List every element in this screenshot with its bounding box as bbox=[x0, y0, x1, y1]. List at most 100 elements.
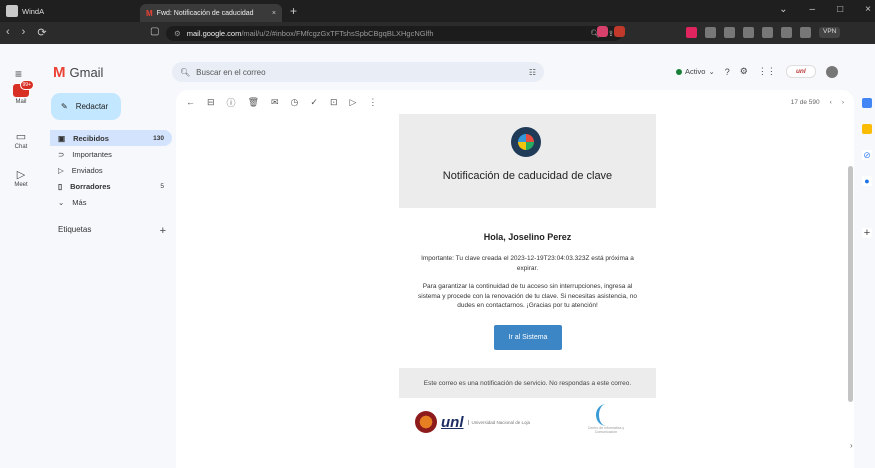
nav-label: Más bbox=[72, 197, 87, 207]
nav-label: Importantes bbox=[72, 149, 112, 159]
window-controls: ⌄ – □ × bbox=[779, 4, 871, 15]
nav-item-mas[interactable]: ⌄ Más bbox=[50, 194, 172, 210]
search-bar[interactable]: 🔍︎ Buscar en el correo ☷ bbox=[172, 62, 544, 82]
vpn-button[interactable]: VPN bbox=[819, 27, 841, 38]
go-to-system-button[interactable]: Ir al Sistema bbox=[494, 325, 562, 350]
settings-icon[interactable]: ⚙ bbox=[740, 66, 748, 77]
status-selector[interactable]: Activo ⌄ bbox=[676, 67, 715, 76]
snooze-icon[interactable]: ◷ bbox=[291, 97, 299, 108]
scroll-down-icon[interactable]: › bbox=[850, 441, 853, 450]
apps-icon[interactable]: ⋮⋮ bbox=[758, 66, 776, 77]
add-task-icon[interactable]: ✓ bbox=[310, 97, 318, 108]
prev-page-icon[interactable]: ‹ bbox=[830, 99, 832, 106]
maximize-button[interactable]: □ bbox=[837, 4, 843, 15]
bookmark-icon[interactable]: ▢ bbox=[150, 26, 159, 37]
delete-icon[interactable]: 🗑︎ bbox=[248, 97, 259, 108]
new-tab-button[interactable]: + bbox=[290, 4, 297, 18]
url-path: /mail/u/2/#inbox/FMfcgzGxTFTshsSpbCBgqBL… bbox=[241, 29, 434, 38]
mail-icon: 99+ bbox=[13, 80, 34, 97]
chevron-down-icon: ⌄ bbox=[58, 197, 65, 207]
url-domain: mail.google.com bbox=[186, 29, 242, 38]
compose-button[interactable]: ✎ Redactar bbox=[51, 93, 121, 120]
sent-icon: ▷ bbox=[58, 165, 64, 175]
extension-window-icon[interactable] bbox=[800, 27, 811, 38]
add-addon-icon[interactable]: + bbox=[862, 228, 872, 239]
back-arrow-icon[interactable]: ← bbox=[186, 97, 195, 107]
minimize-button[interactable]: – bbox=[810, 4, 816, 15]
status-label: Activo bbox=[685, 67, 706, 76]
nav-item-importantes[interactable]: ⊃ Importantes bbox=[50, 146, 172, 162]
next-page-icon[interactable]: › bbox=[842, 99, 844, 106]
menu-icon[interactable]: ≡ bbox=[15, 67, 22, 81]
extension-circle-icon[interactable] bbox=[705, 27, 716, 38]
help-icon[interactable]: ? bbox=[725, 67, 730, 77]
cic-logo-subtitle: Centro de Informática y Comunicación bbox=[587, 426, 625, 434]
gmail-tab-icon: M bbox=[146, 8, 153, 18]
url-field[interactable]: ⚙ mail.google.com /mail/u/2/#inbox/FMfcg… bbox=[166, 26, 622, 41]
app-icon bbox=[6, 5, 18, 17]
extension-m-icon[interactable] bbox=[686, 27, 697, 38]
message-toolbar: ← ⊟ ⓘ 🗑︎ ✉ ◷ ✓ ⊡ ▷ ⋮ 17 de 590 ‹ › bbox=[176, 90, 854, 114]
search-input[interactable]: Buscar en el correo bbox=[196, 68, 265, 77]
back-icon[interactable]: ‹ bbox=[6, 26, 10, 39]
extension-music-icon[interactable] bbox=[762, 27, 773, 38]
app-rail: 99+ Mail ▭ Chat ▷ Meet bbox=[0, 44, 42, 468]
add-label-icon[interactable]: + bbox=[160, 225, 166, 237]
gmail-logo[interactable]: M Gmail bbox=[53, 64, 103, 81]
contacts-icon[interactable]: ● bbox=[862, 176, 872, 186]
cic-logo-icon bbox=[596, 404, 616, 426]
unl-seal-icon bbox=[415, 411, 437, 433]
rail-meet[interactable]: ▷ Meet bbox=[0, 168, 42, 188]
extension-pinned bbox=[597, 26, 625, 37]
extension-square-icon[interactable] bbox=[724, 27, 735, 38]
nav-label: Enviados bbox=[71, 165, 103, 175]
avatar[interactable] bbox=[825, 65, 838, 78]
reload-icon[interactable]: ⟳ bbox=[37, 26, 46, 39]
nav-item-borradores[interactable]: ▯ Borradores 5 bbox=[50, 178, 172, 194]
status-dot bbox=[676, 68, 682, 75]
pagination-text: 17 de 590 bbox=[790, 98, 820, 106]
draft-icon: ▯ bbox=[58, 181, 63, 191]
extension-cube-icon[interactable] bbox=[614, 26, 625, 37]
rail-mail[interactable]: 99+ Mail bbox=[0, 80, 42, 105]
label-icon[interactable]: ▷ bbox=[350, 97, 357, 108]
calendar-icon[interactable] bbox=[862, 98, 872, 108]
report-spam-icon[interactable]: ⓘ bbox=[227, 96, 236, 109]
keep-icon[interactable] bbox=[862, 124, 872, 134]
tasks-icon[interactable]: ⊘ bbox=[862, 150, 872, 160]
forward-icon[interactable]: › bbox=[22, 26, 26, 39]
extension-clipboard-icon[interactable] bbox=[743, 27, 754, 38]
inbox-icon: ▣ bbox=[58, 133, 66, 143]
move-to-icon[interactable]: ⊡ bbox=[330, 97, 338, 108]
tab-close-icon[interactable]: × bbox=[272, 10, 276, 17]
search-options-icon[interactable]: ☷ bbox=[529, 68, 536, 77]
email-paragraph-instructions: Para garantizar la continuidad de tu acc… bbox=[418, 283, 637, 309]
system-logo-icon bbox=[511, 127, 541, 157]
rail-chat[interactable]: ▭ Chat bbox=[0, 130, 42, 150]
extension-heart-icon[interactable] bbox=[597, 26, 608, 37]
side-panel: ⊘ ● + bbox=[858, 90, 875, 468]
search-icon[interactable]: 🔍︎ bbox=[180, 68, 190, 77]
cic-logo: Centro de Informática y Comunicación bbox=[584, 404, 628, 434]
email-greeting: Hola, Joselino Perez bbox=[483, 232, 572, 242]
email-paragraph-important: Importante: Tu clave creada el 2023-12-1… bbox=[421, 255, 634, 272]
more-options-icon[interactable]: ⋮ bbox=[368, 97, 377, 108]
archive-icon[interactable]: ⊟ bbox=[207, 97, 215, 108]
extensions: VPN bbox=[686, 27, 841, 38]
account-org-badge[interactable]: unl bbox=[785, 65, 816, 78]
tab-search-icon[interactable]: ⌄ bbox=[779, 4, 787, 15]
tune-icon[interactable]: ⚙ bbox=[174, 29, 181, 38]
folder-list: ▣ Recibidos 130 ⊃ Importantes ▷ Enviados… bbox=[50, 130, 172, 210]
rail-mail-label: Mail bbox=[15, 99, 27, 105]
mark-unread-icon[interactable]: ✉ bbox=[271, 97, 279, 108]
unl-logo-subtitle: Universidad Nacional de Loja bbox=[467, 419, 530, 425]
extension-sidebar-icon[interactable] bbox=[781, 27, 792, 38]
close-window-button[interactable]: × bbox=[865, 4, 871, 15]
pencil-icon: ✎ bbox=[61, 102, 68, 111]
nav-item-recibidos[interactable]: ▣ Recibidos 130 bbox=[50, 130, 172, 146]
nav-item-enviados[interactable]: ▷ Enviados bbox=[50, 162, 172, 178]
nav-count: 5 bbox=[160, 182, 164, 190]
scrollbar[interactable] bbox=[848, 166, 853, 402]
browser-tab[interactable]: M Fwd: Notificación de caducidad × bbox=[140, 4, 282, 22]
rail-meet-label: Meet bbox=[14, 182, 28, 188]
